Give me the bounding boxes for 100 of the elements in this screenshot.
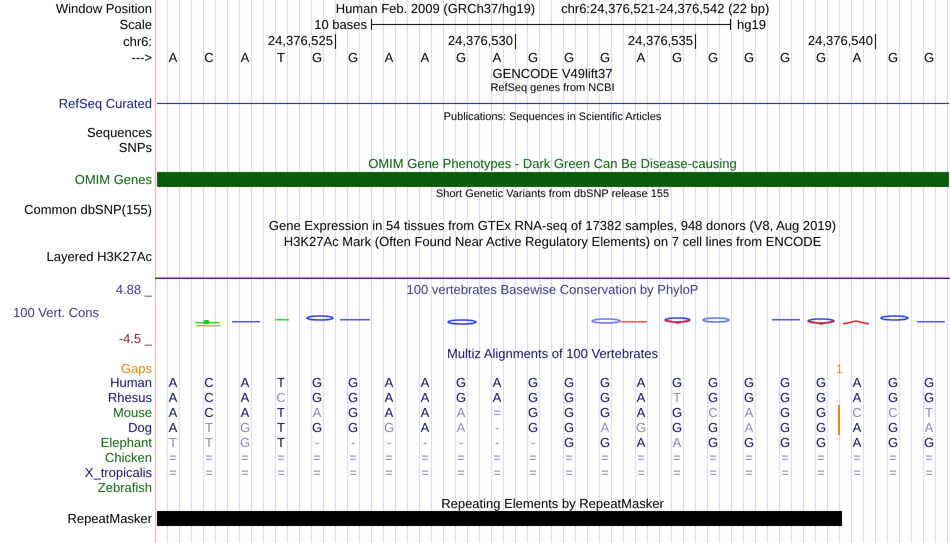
base-letter: = (781, 450, 789, 465)
base-letter: G (564, 375, 574, 390)
base-letter: G (816, 375, 826, 390)
ruler-tick: 24,376,525 (268, 34, 336, 49)
track-title: OMIM Gene Phenotypes - Dark Green Can Be Disease-causing (368, 156, 737, 170)
base-letter: = (169, 465, 177, 480)
base-letter: G (816, 435, 826, 450)
track-label: Gaps (120, 361, 153, 376)
base-letter: A (492, 50, 502, 65)
base-letter: G (348, 420, 358, 435)
base-letter: = (385, 465, 393, 480)
base-letter: G (564, 435, 574, 450)
base-letter: G (564, 405, 574, 420)
species-label: X_tropicalis (84, 465, 153, 480)
base-letter: = (565, 450, 573, 465)
base-letter: T (925, 405, 933, 420)
base-letter: A (852, 375, 862, 390)
species-label: Mouse (112, 405, 153, 420)
track-label[interactable]: RepeatMasker (0, 511, 155, 526)
base-letter: G (240, 420, 250, 435)
base-letter: = (277, 465, 285, 480)
base-letter: G (456, 50, 466, 65)
base-letter: - (530, 435, 536, 450)
base-letter: G (888, 375, 898, 390)
base-letter: = (637, 465, 645, 480)
base-letter: G (888, 50, 898, 65)
base-letter: G (924, 390, 934, 405)
base-letter: A (636, 50, 646, 65)
base-letter: G (924, 50, 934, 65)
base-letter: C (204, 390, 214, 405)
base-letter: A (384, 50, 394, 65)
base-letter: = (673, 450, 681, 465)
base-letter: = (889, 465, 897, 480)
base-letter: G (600, 390, 610, 405)
base-letter: = (601, 450, 609, 465)
base-letter: = (169, 450, 177, 465)
base-letter: G (672, 50, 682, 65)
species-label: Chicken (104, 450, 153, 465)
track-label[interactable]: SNPs (0, 140, 155, 155)
base-letter: G (528, 420, 538, 435)
species-label: Zebrafish (96, 480, 153, 495)
base-letter: T (673, 390, 681, 405)
track-title: H3K27Ac Mark (Often Found Near Active Regulatory Elements) on 7 cell lines from ENCODE (284, 234, 822, 248)
base-letter: A (312, 405, 322, 420)
base-letter: G (528, 375, 538, 390)
base-letter: G (708, 390, 718, 405)
base-letter: - (494, 435, 500, 450)
position-text: chr6:24,376,521-24,376,542 (22 bp) (561, 0, 770, 16)
base-letter: A (636, 435, 646, 450)
strand-arrow: ---> (130, 50, 153, 65)
ruler-tick: 24,376,535 (628, 34, 696, 49)
base-letter: G (816, 405, 826, 420)
track-label[interactable]: OMIM Genes (0, 171, 155, 187)
base-letter: G (564, 50, 574, 65)
base-letter: C (204, 405, 214, 420)
base-letter: A (240, 50, 250, 65)
base-letter: = (601, 465, 609, 480)
species-label: Elephant (100, 435, 153, 450)
track-label[interactable]: Common dbSNP(155) (0, 202, 155, 217)
track-label[interactable]: Layered H3K27Ac (0, 249, 155, 264)
base-letter: = (241, 450, 249, 465)
base-letter: G (816, 390, 826, 405)
base-letter: G (564, 390, 574, 405)
axis-min-label: -4.5 _ (118, 331, 154, 346)
base-letter: T (169, 435, 177, 450)
base-letter: C (708, 405, 718, 420)
base-letter: A (168, 390, 178, 405)
track-label[interactable]: Sequences (0, 125, 155, 140)
track-label[interactable]: 100 Vert. Cons (0, 299, 155, 331)
track-label[interactable]: RefSeq Curated (0, 96, 155, 111)
base-letter: C (276, 390, 286, 405)
base-letter: T (277, 420, 285, 435)
base-letter: T (205, 435, 213, 450)
base-letter: G (708, 50, 718, 65)
base-letter: = (349, 450, 357, 465)
base-letter: A (384, 405, 394, 420)
base-letter: A (852, 50, 862, 65)
base-letter: T (277, 405, 285, 420)
base-letter: = (241, 465, 249, 480)
base-letter: = (457, 450, 465, 465)
track-note: Short Genetic Variants from dbSNP release 155 (436, 188, 670, 201)
base-letter: A (420, 50, 430, 65)
ruler-tick: 24,376,530 (448, 34, 516, 49)
base-letter: G (384, 420, 394, 435)
base-letter: = (205, 450, 213, 465)
axis-max-label: 4.88 _ (114, 280, 154, 299)
base-letter: G (456, 375, 466, 390)
base-letter: G (672, 405, 682, 420)
row-label: Scale (118, 16, 153, 33)
assembly-title: Human Feb. 2009 (GRCh37/hg19) (336, 0, 536, 16)
base-letter: G (240, 435, 250, 450)
scale-length: 10 bases (314, 17, 368, 32)
base-letter: = (313, 465, 321, 480)
base-letter: A (456, 405, 466, 420)
base-letter: G (780, 390, 790, 405)
base-letter: G (780, 50, 790, 65)
base-letter: G (744, 375, 754, 390)
base-letter: G (816, 420, 826, 435)
base-letter: A (240, 405, 250, 420)
base-letter: A (852, 420, 862, 435)
